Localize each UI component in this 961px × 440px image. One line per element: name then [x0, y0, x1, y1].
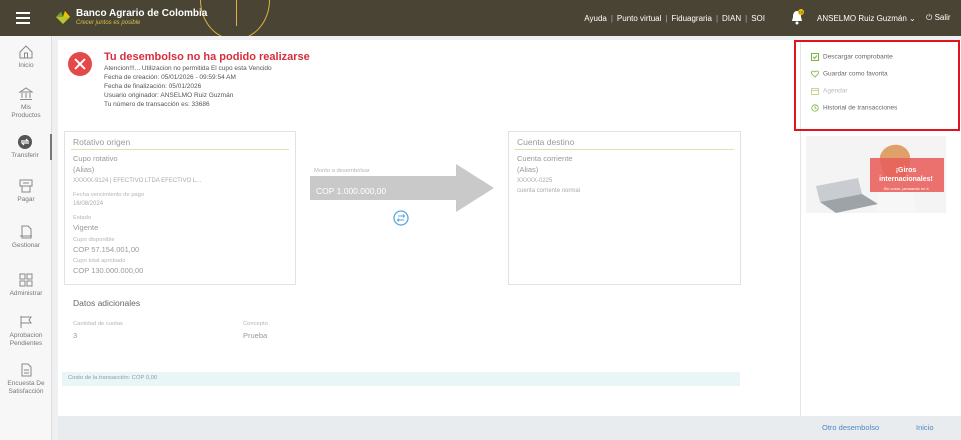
bank-icon: [18, 87, 34, 100]
result-created: Fecha de creación: 05/01/2026 - 09:59:54…: [104, 74, 236, 81]
origin-state-value: Vigente: [73, 223, 99, 232]
sidebar-item-transferir[interactable]: Transferir: [0, 134, 52, 160]
additional-data-title: Datos adicionales: [73, 298, 141, 308]
sidebar-item-mis-productos[interactable]: Mis Productos: [0, 86, 52, 120]
promo-subtext: Sin costo, pensando en ti: [883, 186, 929, 191]
survey-icon: [21, 363, 32, 377]
compare-icon[interactable]: [393, 210, 409, 226]
main-panel: Tu desembolso no ha podido realizarse At…: [58, 40, 800, 416]
sidebar-item-label: Aprobacion Pendientes: [9, 332, 43, 347]
promo-headline: ¡Giros internacionales!: [879, 167, 933, 183]
destination-product: Cuenta corriente: [517, 154, 573, 163]
sidebar-item-pagar[interactable]: Pagar: [0, 178, 52, 204]
destination-title: Cuenta destino: [517, 137, 575, 147]
brand-tagline: Crecer juntos es posible: [76, 20, 141, 26]
sidebar-item-label: Inicio: [18, 62, 34, 69]
result-title: Tu desembolso no ha podido realizarse: [104, 51, 310, 63]
footer-bar: Otro desembolso Inicio: [58, 416, 961, 440]
bank-logo-icon: [56, 11, 70, 24]
result-originator: Usuario originador: ANSELMO Ruiz Guzmán: [104, 92, 234, 99]
nav-ayuda[interactable]: Ayuda: [584, 14, 607, 23]
origin-due-label: Fecha vencimiento de pago: [73, 192, 145, 198]
sidebar-item-label: Pagar: [17, 196, 35, 203]
top-bar: Banco Agrario de Colombia Crecer juntos …: [0, 0, 961, 36]
logout-label: Salir: [934, 13, 951, 22]
amount-value: COP 1.000.000,00: [316, 186, 387, 196]
notification-count: 10: [799, 10, 804, 15]
power-icon: ⏻: [926, 13, 933, 22]
user-menu[interactable]: ANSELMO Ruiz Guzmán ⌄: [817, 14, 916, 23]
origin-title: Rotativo origen: [73, 137, 131, 147]
installments-value: 3: [73, 331, 78, 340]
sidebar-item-inicio[interactable]: Inicio: [0, 44, 52, 70]
origin-account: XXXXX-9124 | EFECTIVO LTDA EFECTIVO L...: [73, 178, 202, 184]
origin-state-label: Estado: [73, 215, 92, 221]
origin-card: Rotativo origen Cupo rotativo (Alias) XX…: [64, 131, 296, 285]
destination-type: cuenta corriente normal: [517, 188, 581, 194]
sidebar-item-administrar[interactable]: Administrar: [0, 272, 52, 298]
nav-fiduagraria[interactable]: Fiduagraria: [671, 14, 711, 23]
nav-soi[interactable]: SOI: [751, 14, 765, 23]
nav-dian[interactable]: DIAN: [722, 14, 741, 23]
origin-available-value: COP 57.154.001,00: [73, 245, 140, 254]
document-icon: [20, 225, 32, 239]
result-message: Atencion!!!... Utilizacion no permitida …: [104, 65, 272, 72]
sidebar-item-label: Administrar: [9, 290, 43, 297]
error-x-icon: [68, 52, 92, 76]
transaction-cost-bar: Costo de la transacción: COP 0,00: [62, 372, 740, 386]
origin-alias: (Alias): [73, 165, 95, 174]
result-finished: Fecha de finalización: 05/01/2026: [104, 83, 202, 90]
brand-name: Banco Agrario de Colombia: [76, 8, 208, 19]
grid-icon: [19, 273, 33, 287]
decorative-arc: [236, 0, 266, 26]
sidebar-item-label: Gestionar: [11, 242, 41, 249]
sidebar: Inicio Mis Productos Transferir Pagar Ge…: [0, 36, 52, 440]
destination-alias: (Alias): [517, 165, 539, 174]
home-icon: [19, 45, 33, 59]
highlight-box: [794, 40, 960, 131]
sidebar-item-encuesta[interactable]: Encuesta De Satisfacción: [0, 362, 52, 396]
origin-product: Cupo rotativo: [73, 154, 118, 163]
hamburger-menu-icon[interactable]: [16, 9, 30, 27]
sidebar-item-label: Encuesta De Satisfacción: [7, 380, 45, 395]
transfer-icon: [18, 135, 32, 149]
sidebar-item-label: Transferir: [11, 152, 39, 159]
logout-button[interactable]: ⏻ Salir: [926, 13, 951, 23]
concept-label: Concepto: [243, 321, 268, 327]
destination-account: XXXXX-0225: [517, 178, 553, 184]
other-disbursement-link[interactable]: Otro desembolso: [822, 423, 879, 432]
origin-total-value: COP 130.000.000,00: [73, 266, 144, 275]
user-name: ANSELMO Ruiz Guzmán: [817, 14, 907, 23]
flag-icon: [20, 316, 32, 328]
home-link[interactable]: Inicio: [916, 423, 934, 432]
concept-value: Prueba: [243, 331, 268, 340]
nav-punto-virtual[interactable]: Punto virtual: [617, 14, 661, 23]
destination-card: Cuenta destino Cuenta corriente (Alias) …: [508, 131, 741, 285]
installments-label: Cantidad de cuotas: [73, 321, 123, 327]
transaction-cost: Costo de la transacción: COP 0,00: [68, 375, 158, 381]
notification-bell-icon[interactable]: 10: [790, 9, 804, 25]
result-transaction: Tu número de transacción es: 33686: [104, 101, 210, 108]
cash-register-icon: [19, 179, 33, 193]
sidebar-item-aprobacion-pendientes[interactable]: Aprobacion Pendientes: [0, 314, 52, 348]
sidebar-item-label: Mis Productos: [11, 104, 41, 119]
origin-due-value: 16/08/2024: [73, 201, 104, 207]
chevron-down-icon: ⌄: [909, 14, 916, 23]
top-nav: Ayuda | Punto virtual | Fiduagraria | DIAN | SOI: [584, 14, 765, 23]
origin-total-label: Cupo total aprobado: [73, 258, 126, 264]
origin-available-label: Cupo disponible: [73, 237, 115, 243]
sidebar-item-gestionar[interactable]: Gestionar: [0, 224, 52, 250]
